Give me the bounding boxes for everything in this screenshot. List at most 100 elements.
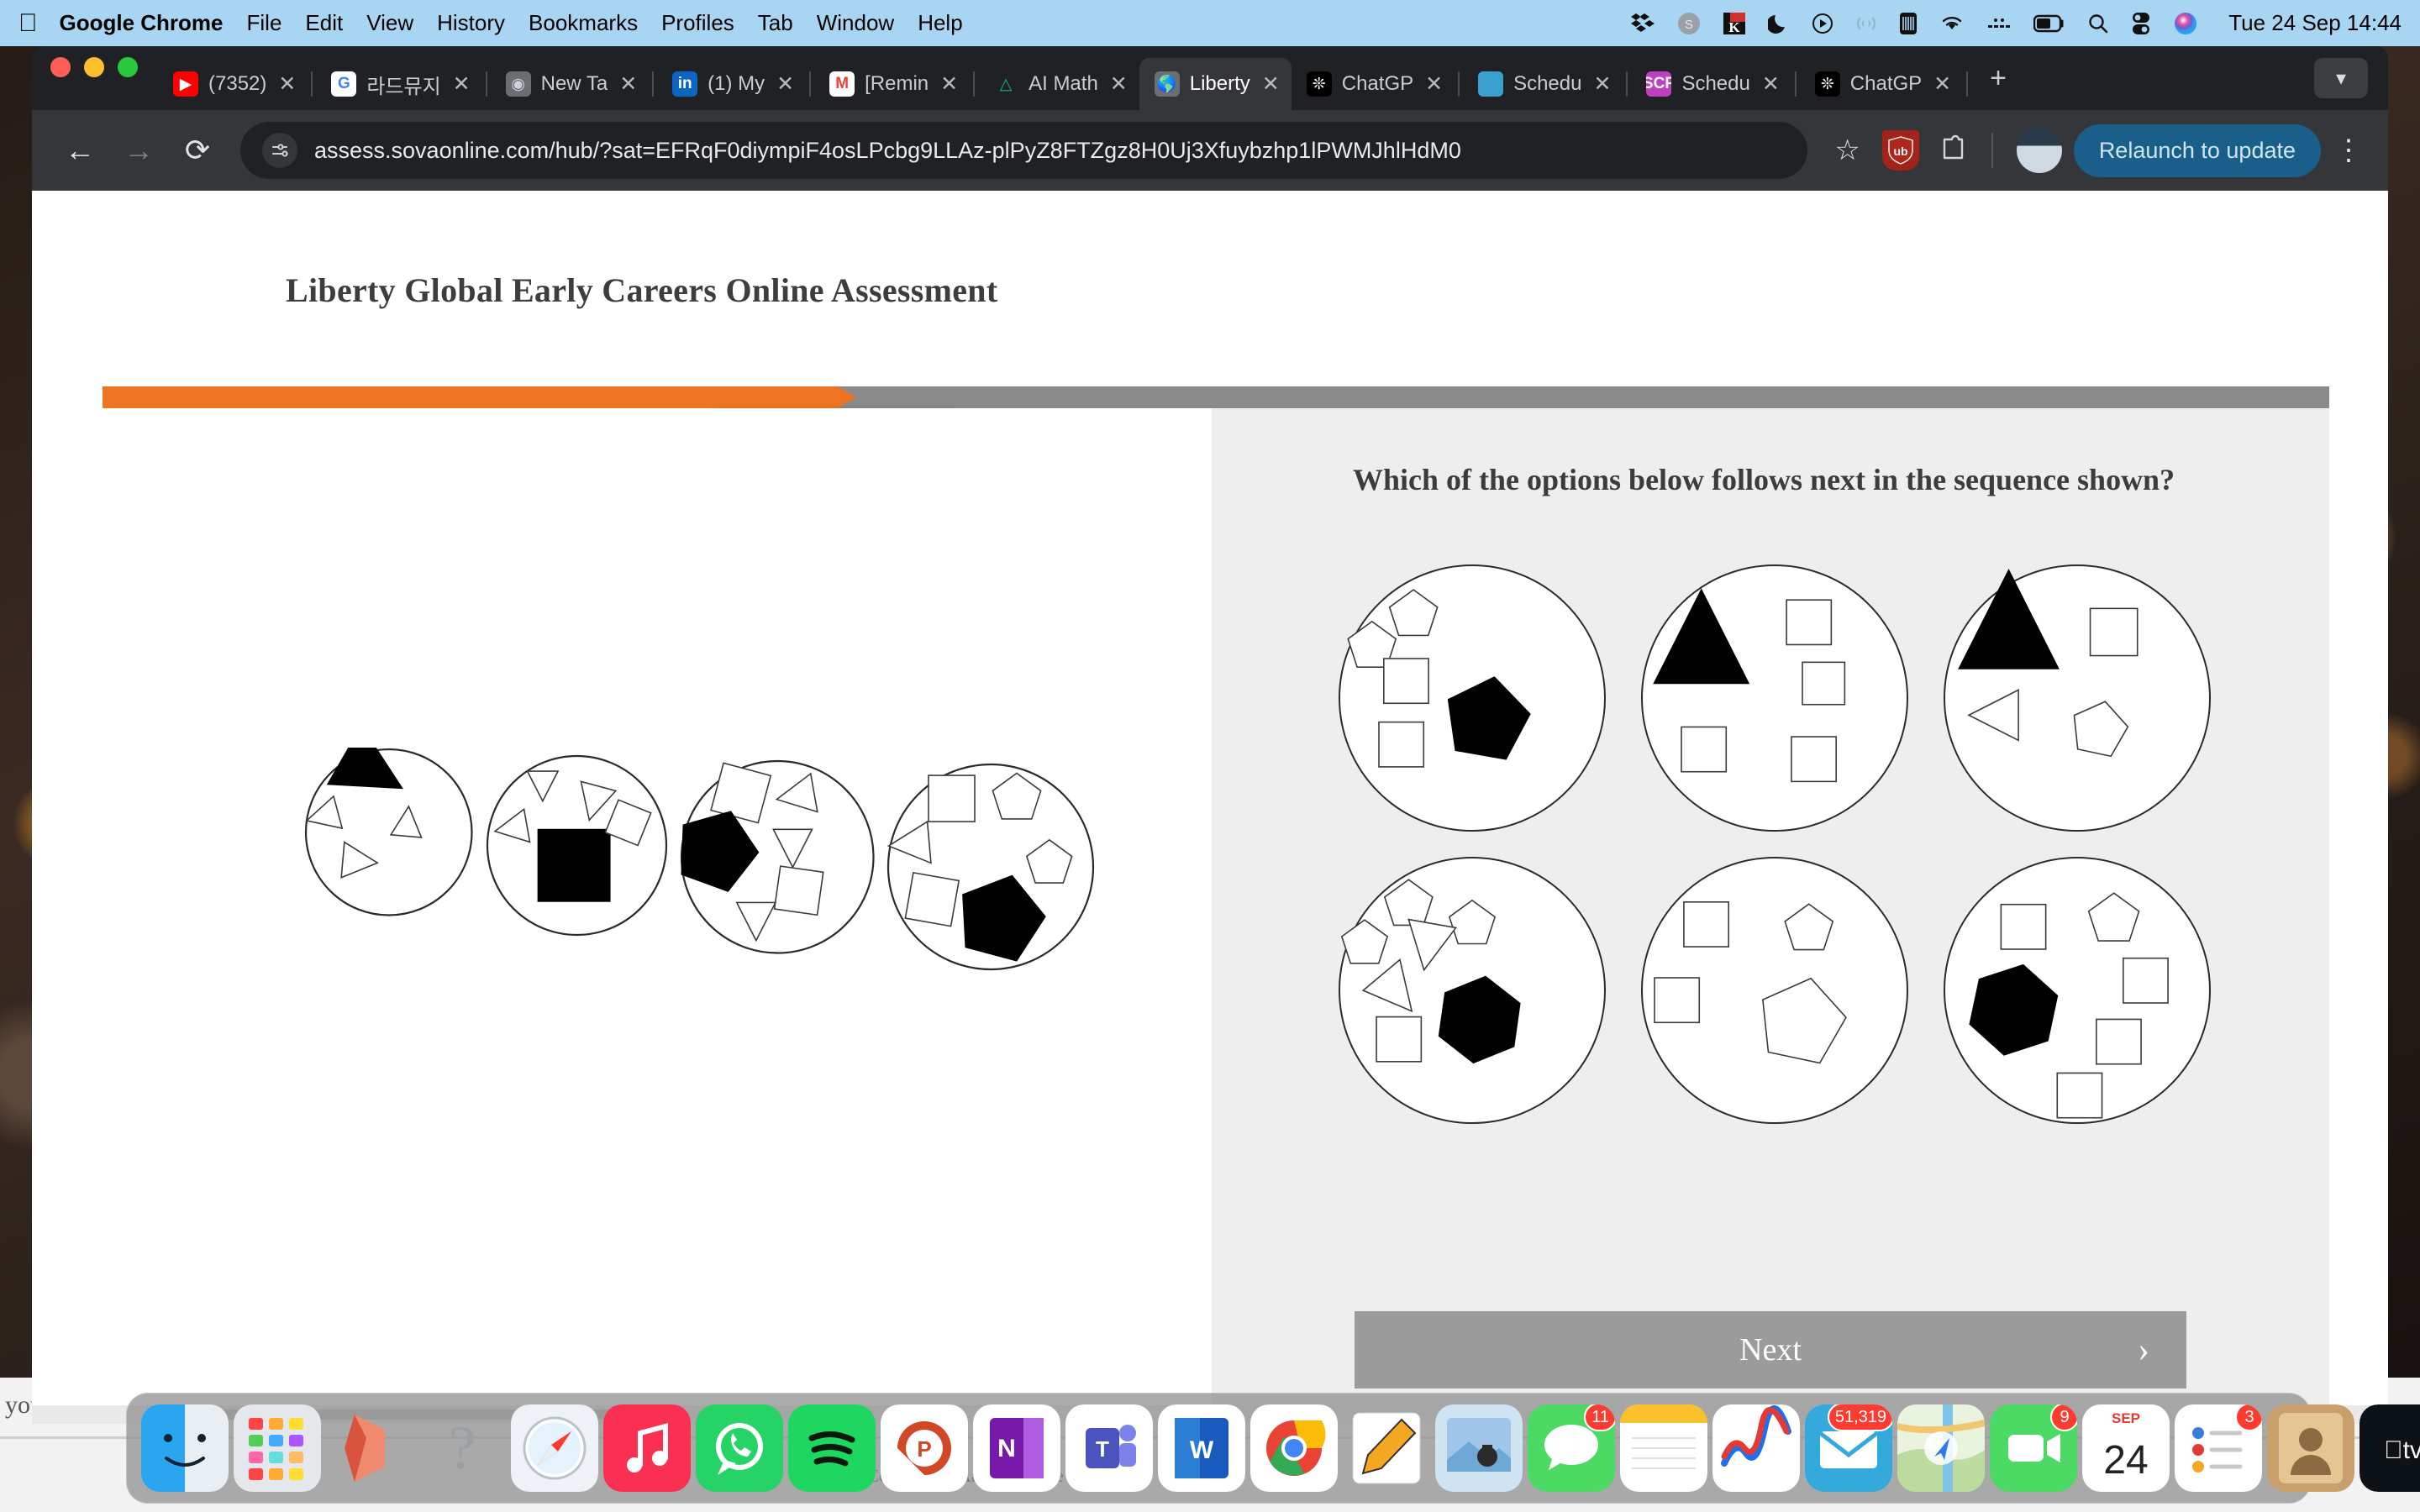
dock-stocks-icon[interactable] — [1712, 1404, 1800, 1492]
tab-chatgpt-2[interactable]: ❊ ChatGP ✕ — [1800, 58, 1963, 110]
answer-option-C[interactable] — [1943, 564, 2212, 832]
dock-calendar-icon[interactable]: SEP 24 — [2082, 1404, 2170, 1492]
close-tab-icon[interactable]: ✕ — [776, 71, 794, 97]
forward-button[interactable]: → — [109, 121, 168, 180]
dock-spotify-icon[interactable] — [788, 1404, 876, 1492]
dock-appletv-icon[interactable]: tv — [2360, 1404, 2420, 1492]
new-tab-button[interactable]: + — [1971, 62, 2025, 110]
play-circle-icon[interactable] — [1812, 13, 1833, 34]
apple-icon[interactable]:  — [18, 10, 38, 36]
menu-app-name[interactable]: Google Chrome — [60, 10, 224, 36]
menu-item-tab[interactable]: Tab — [758, 10, 793, 36]
maximize-window-button[interactable] — [118, 57, 138, 77]
battery-icon[interactable] — [2033, 14, 2065, 33]
close-tab-icon[interactable]: ✕ — [1593, 71, 1611, 97]
close-tab-icon[interactable]: ✕ — [1762, 71, 1780, 97]
menu-item-file[interactable]: File — [247, 10, 282, 36]
dock-launchpad-icon[interactable] — [234, 1404, 321, 1492]
minimize-window-button[interactable] — [84, 57, 104, 77]
menu-item-help[interactable]: Help — [918, 10, 962, 36]
svg-text:K: K — [1729, 19, 1741, 35]
close-tab-icon[interactable]: ✕ — [1933, 71, 1951, 97]
dock-music-icon[interactable] — [603, 1404, 691, 1492]
control-center-icon[interactable] — [2131, 12, 2151, 35]
answer-option-E[interactable] — [1640, 856, 1909, 1125]
search-icon[interactable] — [2087, 13, 2109, 34]
answer-option-D[interactable] — [1338, 856, 1607, 1125]
extensions-icon[interactable] — [1928, 133, 1980, 169]
airdrop-icon[interactable] — [1855, 13, 1877, 34]
tab-gmail[interactable]: M [Remin ✕ — [814, 58, 970, 110]
close-tab-icon[interactable]: ✕ — [278, 71, 296, 97]
close-tab-icon[interactable]: ✕ — [1425, 71, 1443, 97]
dock-pages-icon[interactable] — [1343, 1404, 1430, 1492]
tab-youtube[interactable]: ▶ (7352) ✕ — [158, 58, 308, 110]
menu-item-edit[interactable]: Edit — [305, 10, 343, 36]
chevron-down-icon[interactable]: ▾ — [2314, 58, 2368, 98]
blue-square-icon — [1478, 71, 1504, 97]
tab-liberty-active[interactable]: 🌎 Liberty ✕ — [1139, 58, 1292, 110]
close-tab-icon[interactable]: ✕ — [1262, 71, 1280, 97]
tab-ai-math[interactable]: △ AI Math ✕ — [978, 58, 1139, 110]
scp-icon: SCP — [1646, 71, 1672, 97]
menu-item-window[interactable]: Window — [817, 10, 894, 36]
tab-google[interactable]: G 라드뮤지 ✕ — [316, 58, 481, 110]
dock-finder-icon[interactable] — [141, 1404, 229, 1492]
dock-unknown-app-icon[interactable]: ? — [418, 1404, 506, 1492]
ublock-origin-icon[interactable]: ub — [1881, 130, 1919, 171]
answer-option-B[interactable] — [1640, 564, 1909, 832]
dock-messages-icon[interactable]: 11 — [1528, 1404, 1615, 1492]
site-settings-icon[interactable] — [262, 133, 297, 168]
kebab-menu-icon[interactable]: ⋮ — [2321, 134, 2370, 167]
dock-safari-icon[interactable] — [511, 1404, 598, 1492]
kaspersky-icon[interactable]: K — [1723, 12, 1746, 35]
dock-facetime-icon[interactable]: 9 — [1990, 1404, 2077, 1492]
close-tab-icon[interactable]: ✕ — [1110, 71, 1128, 97]
dock-maps-icon[interactable] — [1897, 1404, 1985, 1492]
menu-item-profiles[interactable]: Profiles — [661, 10, 734, 36]
dock-powerpoint-icon[interactable]: P — [881, 1404, 968, 1492]
tab-schedule-2[interactable]: SCP Schedu ✕ — [1631, 58, 1791, 110]
tab-linkedin[interactable]: in (1) My ✕ — [657, 58, 806, 110]
dock-chrome-icon[interactable] — [1250, 1404, 1338, 1492]
relaunch-to-update-button[interactable]: Relaunch to update — [2073, 123, 2321, 177]
dock-photos-icon[interactable] — [1435, 1404, 1523, 1492]
bluetooth-icon[interactable] — [1986, 15, 2012, 32]
tab-separator — [311, 71, 313, 97]
back-button[interactable]: ← — [50, 121, 109, 180]
dropbox-icon[interactable] — [1630, 13, 1655, 34]
window-controls[interactable] — [50, 46, 138, 110]
dock-notes-icon[interactable] — [1620, 1404, 1707, 1492]
address-bar[interactable]: assess.sovaonline.com/hub/?sat=EFRqF0diy… — [240, 122, 1808, 179]
dock-xcode-icon[interactable] — [326, 1404, 413, 1492]
close-tab-icon[interactable]: ✕ — [453, 71, 471, 97]
close-tab-icon[interactable]: ✕ — [619, 71, 637, 97]
next-button[interactable]: Next › — [1355, 1311, 2186, 1389]
answer-option-A[interactable] — [1338, 564, 1607, 832]
tab-label: ChatGP — [1849, 72, 1923, 95]
dock-whatsapp-icon[interactable] — [696, 1404, 783, 1492]
do-not-disturb-moon-icon[interactable] — [1768, 13, 1790, 34]
barcode-icon[interactable] — [1899, 12, 1918, 35]
siri-icon[interactable] — [2173, 11, 2198, 36]
skype-icon[interactable]: S — [1677, 12, 1701, 35]
wifi-icon[interactable] — [1939, 13, 1965, 34]
menu-item-view[interactable]: View — [366, 10, 413, 36]
dock-reminders-icon[interactable]: 3 — [2175, 1404, 2262, 1492]
menu-item-bookmarks[interactable]: Bookmarks — [529, 10, 638, 36]
answer-option-F[interactable] — [1943, 856, 2212, 1125]
close-window-button[interactable] — [50, 57, 71, 77]
reload-button[interactable]: ⟳ — [168, 121, 227, 180]
close-tab-icon[interactable]: ✕ — [940, 71, 958, 97]
tab-schedule-1[interactable]: Schedu ✕ — [1463, 58, 1623, 110]
dock-contacts-icon[interactable] — [2267, 1404, 2354, 1492]
tab-chatgpt-1[interactable]: ❊ ChatGP ✕ — [1292, 58, 1455, 110]
dock-teams-icon[interactable]: T — [1065, 1404, 1153, 1492]
menu-item-history[interactable]: History — [437, 10, 505, 36]
star-icon[interactable]: ☆ — [1821, 134, 1873, 167]
profile-avatar[interactable] — [2016, 128, 2062, 173]
tab-new-tab[interactable]: ◉ New Ta ✕ — [491, 58, 650, 110]
dock-onenote-icon[interactable]: N — [973, 1404, 1060, 1492]
dock-word-icon[interactable]: W — [1158, 1404, 1245, 1492]
dock-mail-icon[interactable]: 51,319 — [1805, 1404, 1892, 1492]
